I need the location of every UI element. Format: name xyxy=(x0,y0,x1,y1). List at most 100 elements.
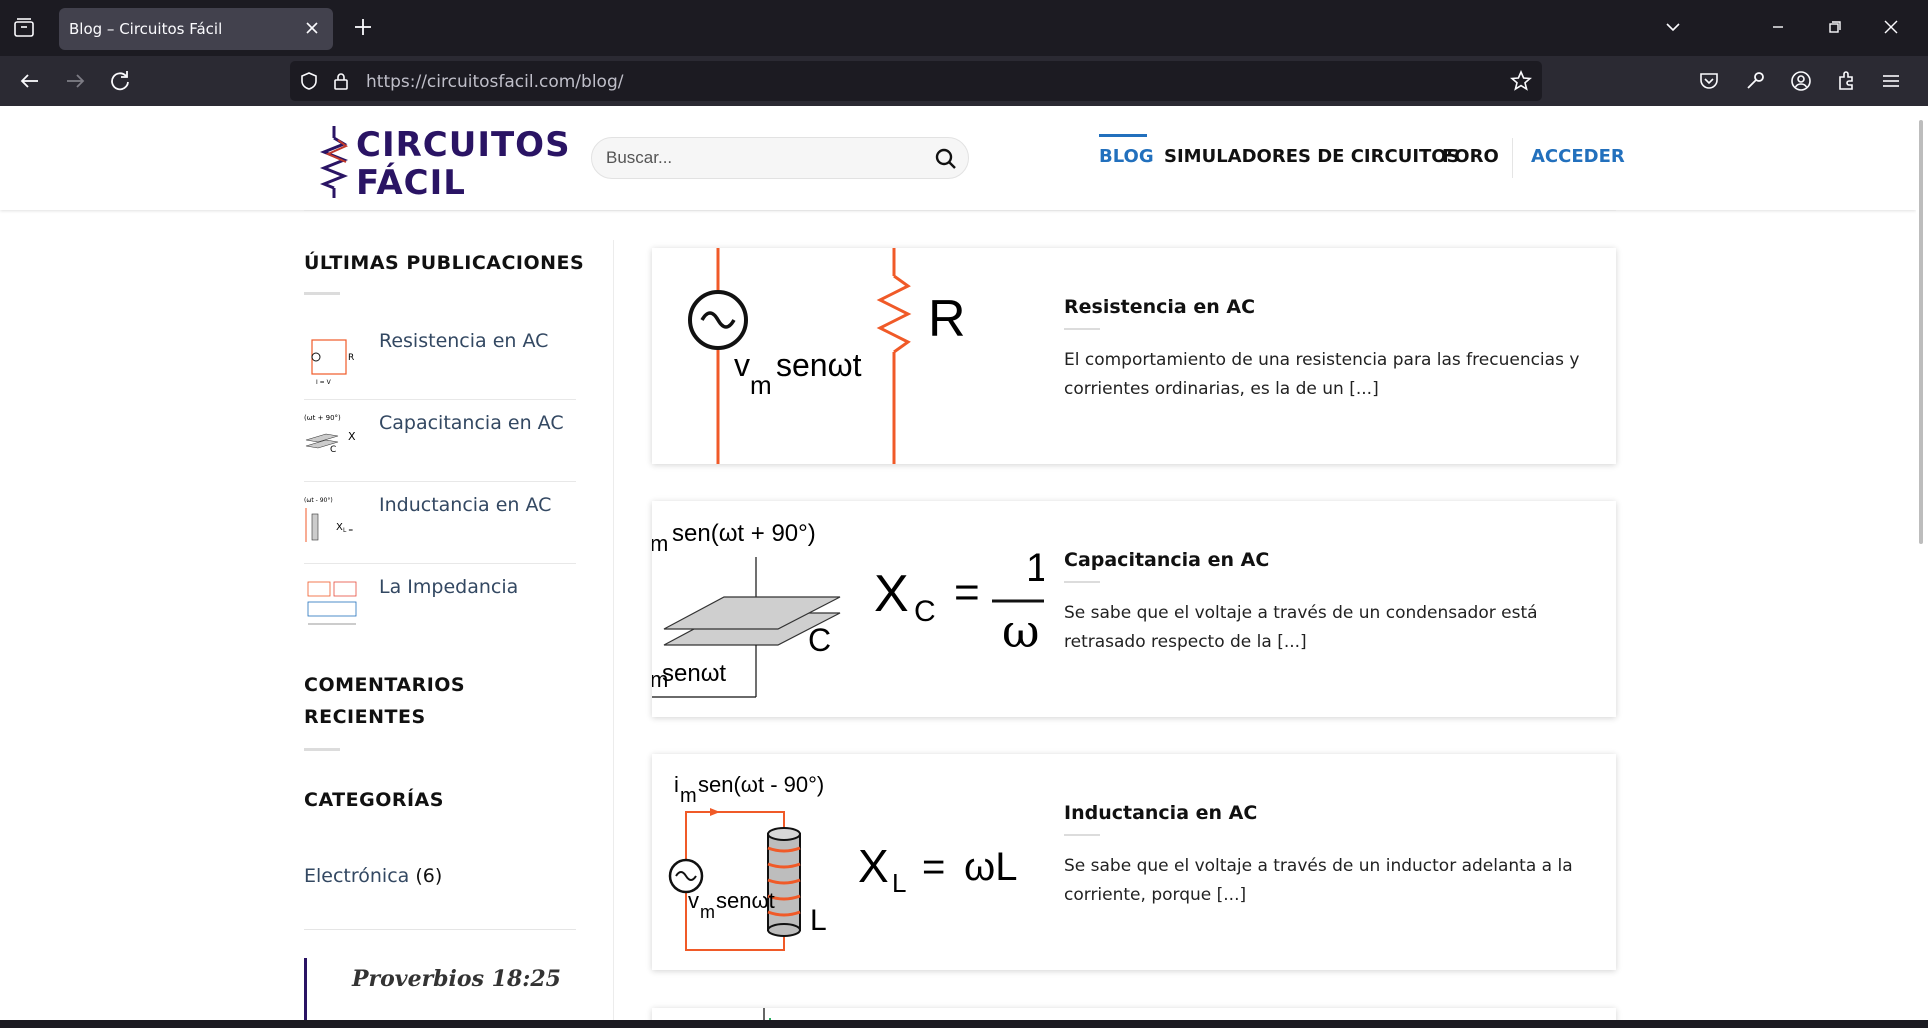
post-card[interactable]: i m sen(ωt - 90°) v m senωt L X L = ωL I… xyxy=(652,754,1616,970)
recent-label: Inductancia en AC xyxy=(379,494,552,516)
search-icon[interactable] xyxy=(934,147,958,171)
menu-active-indicator xyxy=(1099,134,1147,137)
label-vm: m xyxy=(700,902,715,922)
reload-icon[interactable] xyxy=(106,67,134,95)
svg-text:L =: L = xyxy=(343,527,353,534)
logo-text: CIRCUITOS FÁCIL xyxy=(356,126,571,202)
category-name[interactable]: Electrónica xyxy=(304,865,409,887)
recent-thumb: R I = V xyxy=(304,328,362,386)
resistor-logo-icon xyxy=(320,126,349,198)
label-c: C xyxy=(808,622,831,658)
label-eq: = xyxy=(922,845,945,889)
pocket-icon[interactable] xyxy=(1696,68,1722,94)
post-card[interactable]: v m senωt R Resistencia en AC El comport… xyxy=(652,248,1616,464)
menu-icon[interactable] xyxy=(1878,68,1904,94)
post-excerpt: Se sabe que el voltaje a través de un in… xyxy=(1064,856,1573,905)
recent-item[interactable]: La Impedancia xyxy=(304,564,576,646)
recent-label: Resistencia en AC xyxy=(379,330,549,352)
account-icon[interactable] xyxy=(1788,68,1814,94)
label-m: m xyxy=(652,531,668,556)
svg-text:C: C xyxy=(330,445,336,455)
category-count: (6) xyxy=(415,865,443,887)
label-eq: = xyxy=(954,568,980,617)
wrench-icon[interactable] xyxy=(1742,68,1768,94)
categories-heading: CATEGORÍAS xyxy=(304,789,444,811)
search-box xyxy=(591,137,969,179)
minimize-icon[interactable] xyxy=(1765,14,1791,40)
recent-label: La Impedancia xyxy=(379,576,519,598)
site-header: CIRCUITOS FÁCIL BLOG SIMULADORES DE CIRC… xyxy=(0,106,1916,210)
logo-line-2: FÁCIL xyxy=(356,163,466,203)
column-separator xyxy=(613,240,614,1020)
lock-icon[interactable] xyxy=(330,70,352,92)
recent-item[interactable]: (ωt + 90°) X C Capacitancia en AC xyxy=(304,400,576,482)
menu-foro[interactable]: FORO xyxy=(1442,146,1499,167)
recent-thumb: (ωt + 90°) X C xyxy=(304,410,362,468)
post-title-underline xyxy=(1064,328,1100,330)
recent-thumb xyxy=(304,574,362,632)
category-item[interactable]: Electrónica (6) xyxy=(304,865,442,887)
menu-simuladores[interactable]: SIMULADORES DE CIRCUITOS xyxy=(1164,146,1460,167)
list-all-tabs-icon[interactable] xyxy=(1660,14,1686,40)
svg-text:(ωt - 90°): (ωt - 90°) xyxy=(304,497,333,504)
post-title-underline xyxy=(1064,834,1100,836)
new-tab-icon[interactable] xyxy=(350,14,376,40)
post-card-partial[interactable] xyxy=(652,1008,1616,1020)
back-icon[interactable] xyxy=(16,67,44,95)
label-x: X xyxy=(858,840,889,892)
label-m: m xyxy=(680,785,697,807)
label-bottom: senωt xyxy=(662,660,726,687)
post-image[interactable]: m sen(ωt + 90°) C m senωt X C = 1 ω xyxy=(652,501,1044,717)
post-title[interactable]: Resistencia en AC xyxy=(1064,296,1255,318)
recent-item[interactable]: R I = V Resistencia en AC xyxy=(304,318,576,400)
bookmark-star-icon[interactable] xyxy=(1510,70,1532,92)
svg-text:I = V: I = V xyxy=(316,379,332,386)
restore-icon[interactable] xyxy=(1822,14,1848,40)
post-title[interactable]: Capacitancia en AC xyxy=(1064,549,1269,571)
menu-blog[interactable]: BLOG xyxy=(1099,146,1154,167)
page-scrollbar[interactable] xyxy=(1916,106,1928,1020)
label-m: m xyxy=(750,370,772,400)
tab-title: Blog – Circuitos Fácil xyxy=(69,20,223,38)
recent-label: Capacitancia en AC xyxy=(379,412,564,434)
url-text[interactable]: https://circuitosfacil.com/blog/ xyxy=(366,72,623,92)
quote-title: Proverbios 18:25 xyxy=(352,966,561,992)
label-senwt: senωt xyxy=(716,888,775,913)
browser-tab[interactable]: Blog – Circuitos Fácil xyxy=(59,8,333,50)
post-title[interactable]: Inductancia en AC xyxy=(1064,802,1257,824)
menu-acceder[interactable]: ACCEDER xyxy=(1531,146,1625,167)
post-image[interactable]: i m sen(ωt - 90°) v m senωt L X L = ωL xyxy=(652,754,1044,970)
post-image-partial xyxy=(763,1008,771,1020)
post-image[interactable]: v m senωt R xyxy=(652,248,1044,464)
label-xl-sub: L xyxy=(892,868,906,898)
extensions-icon[interactable] xyxy=(1834,68,1860,94)
forward-icon[interactable] xyxy=(61,67,89,95)
label-top: sen(ωt - 90°) xyxy=(698,772,824,797)
shield-icon[interactable] xyxy=(298,70,320,92)
recent-heading: ÚLTIMAS PUBLICACIONES xyxy=(304,252,585,274)
svg-text:X: X xyxy=(348,430,356,443)
url-bar[interactable]: https://circuitosfacil.com/blog/ xyxy=(290,61,1542,101)
recent-thumb: (ωt - 90°) X L = xyxy=(304,492,362,550)
scroll-thumb[interactable] xyxy=(1919,120,1923,544)
tab-list-icon[interactable] xyxy=(12,16,36,40)
quote-bar xyxy=(304,958,307,1020)
label-senwt: senωt xyxy=(776,347,862,383)
recent-item[interactable]: (ωt - 90°) X L = Inductancia en AC xyxy=(304,482,576,564)
close-tab-icon[interactable] xyxy=(301,17,323,39)
window-bottom-edge xyxy=(0,1020,1928,1028)
label-v: v xyxy=(734,347,750,383)
label-omega: ω xyxy=(1002,604,1040,658)
sidebar-rule xyxy=(304,929,576,930)
close-window-icon[interactable] xyxy=(1878,14,1904,40)
site-logo[interactable]: CIRCUITOS FÁCIL xyxy=(320,124,570,202)
header-rule xyxy=(304,210,1616,211)
label-i: i xyxy=(674,772,679,797)
comments-heading-line-1: COMENTARIOS xyxy=(304,674,466,696)
svg-text:R: R xyxy=(348,353,354,363)
url-host: https://circuitosfacil.com xyxy=(366,72,576,92)
logo-line-1: CIRCUITOS xyxy=(356,125,571,165)
web-page: CIRCUITOS FÁCIL BLOG SIMULADORES DE CIRC… xyxy=(0,106,1916,1020)
post-card[interactable]: m sen(ωt + 90°) C m senωt X C = 1 ω Capa… xyxy=(652,501,1616,717)
search-input[interactable] xyxy=(606,146,906,170)
